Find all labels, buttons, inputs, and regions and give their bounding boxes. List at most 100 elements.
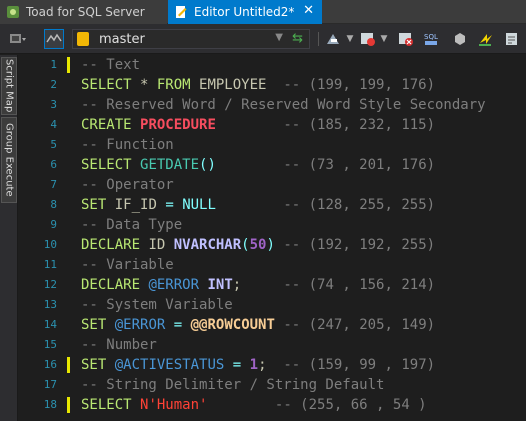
run-icon[interactable] (476, 29, 496, 49)
code-token: INT (207, 277, 233, 293)
change-marker (67, 397, 70, 413)
database-icon (77, 32, 89, 46)
explain-plan-icon[interactable] (502, 29, 522, 49)
code-text: -- Text (81, 55, 140, 75)
code-text: SET @ERROR = @@ROWCOUNT -- (247, 205, 14… (81, 315, 435, 335)
object-icon[interactable] (450, 29, 470, 49)
code-text: -- System Variable (81, 295, 233, 315)
code-line[interactable]: 16 SET @ACTIVESTATUS = 1; -- (159, 99 , 1… (19, 355, 526, 375)
code-token: EMPLOYEE (190, 77, 284, 93)
code-token: ID (140, 237, 174, 253)
sql-icon[interactable]: SQL (422, 29, 442, 49)
code-line[interactable]: 3 -- Reserved Word / Reserved Word Style … (19, 95, 526, 115)
code-token: -- Text (81, 57, 141, 73)
database-selector[interactable]: master ▼ ⇆ (72, 29, 310, 49)
line-number: 6 (50, 158, 57, 171)
tab-script-map[interactable]: Script Map (1, 57, 17, 115)
code-token: @ERROR (114, 317, 166, 333)
code-token: -- (128, 255, 255) (283, 197, 436, 213)
code-line[interactable]: 4 CREATE PROCEDURE -- (185, 232, 115) (19, 115, 526, 135)
line-number: 1 (50, 58, 57, 71)
code-token: -- (159, 99 , 197) (283, 357, 436, 373)
line-number: 14 (43, 318, 57, 331)
code-token: -- (199, 199, 176) (283, 77, 436, 93)
code-token: 1 (249, 357, 259, 373)
code-line[interactable]: 7 -- Operator (19, 175, 526, 195)
code-token: SET (81, 197, 107, 213)
code-token: * (131, 77, 157, 93)
code-token: @ACTIVESTATUS (114, 357, 225, 373)
tab-toad-for-sql-server[interactable]: Toad for SQL Server (0, 0, 167, 24)
database-name: master (99, 31, 145, 47)
code-token: -- (247, 205, 149) (283, 317, 436, 333)
tab-editor-untitled2[interactable]: Editor Untitled2* ✕ (168, 0, 322, 24)
code-line[interactable]: 17 -- String Delimiter / String Default (19, 375, 526, 395)
code-token: -- (74 , 156, 214) (283, 277, 436, 293)
code-text: -- Variable (81, 255, 174, 275)
execute-mode-icon[interactable] (44, 29, 64, 49)
code-line[interactable]: 13 -- System Variable (19, 295, 526, 315)
code-token: 50 (249, 237, 267, 253)
chevron-down-icon[interactable]: ▼ (344, 29, 356, 49)
code-line[interactable]: 11 -- Variable (19, 255, 526, 275)
code-token: SELECT (81, 157, 132, 173)
code-line[interactable]: 10 DECLARE ID NVARCHAR(50) -- (192, 192, … (19, 235, 526, 255)
code-token: -- Number (81, 337, 157, 353)
line-number: 7 (50, 178, 57, 191)
connection-icon[interactable] (8, 29, 28, 49)
code-token: -- String Delimiter / String Default (81, 377, 385, 393)
code-line[interactable]: 6 SELECT GETDATE() -- (73 , 201, 176) (19, 155, 526, 175)
code-token: SELECT (81, 77, 132, 93)
code-token: DECLARE (81, 237, 141, 253)
code-token: -- (185, 232, 115) (283, 117, 436, 133)
code-token: -- (255, 66 , 54 ) (274, 397, 427, 413)
code-token: CREATE (81, 117, 132, 133)
line-number: 9 (50, 218, 57, 231)
line-number: 17 (43, 378, 57, 391)
line-number: 11 (43, 258, 57, 271)
code-token: SET (81, 357, 107, 373)
code-text: -- String Delimiter / String Default (81, 375, 384, 395)
chevron-down-icon[interactable]: ▼ (275, 32, 283, 43)
code-token: GETDATE (140, 157, 200, 173)
code-line[interactable]: 15 -- Number (19, 335, 526, 355)
code-text: -- Number (81, 335, 157, 355)
code-line[interactable]: 9 -- Data Type (19, 215, 526, 235)
code-text: SELECT * FROM EMPLOYEE -- (199, 199, 176… (81, 75, 435, 95)
refresh-icon[interactable]: ⇆ (292, 31, 303, 46)
code-line[interactable]: 14 SET @ERROR = @@ROWCOUNT -- (247, 205, … (19, 315, 526, 335)
code-line[interactable]: 18 SELECT N'Human' -- (255, 66 , 54 ) (19, 395, 526, 415)
code-line[interactable]: 2 SELECT * FROM EMPLOYEE -- (199, 199, 17… (19, 75, 526, 95)
code-token: N'Human' (140, 397, 208, 413)
code-token: -- (192, 192, 255) (283, 237, 436, 253)
code-token: SELECT (81, 397, 132, 413)
error-list-icon[interactable] (396, 29, 416, 49)
tab-label: Editor Untitled2* (194, 5, 295, 19)
code-line[interactable]: 8 SET IF_ID = NULL -- (128, 255, 255) (19, 195, 526, 215)
chevron-down-icon[interactable]: ▼ (378, 29, 390, 49)
line-number: 3 (50, 98, 57, 111)
format-icon[interactable] (324, 29, 344, 49)
code-token: -- Variable (81, 257, 174, 273)
code-token: -- System Variable (81, 297, 233, 313)
code-token: -- Function (81, 137, 174, 153)
code-token: ( (241, 237, 250, 253)
code-line[interactable]: 12 DECLARE @ERROR INT; -- (74 , 156, 214) (19, 275, 526, 295)
code-token: NVARCHAR (173, 237, 242, 253)
code-text: SELECT N'Human' -- (255, 66 , 54 ) (81, 395, 427, 415)
code-text: DECLARE ID NVARCHAR(50) -- (192, 192, 25… (81, 235, 435, 255)
code-line[interactable]: 1 -- Text (19, 55, 526, 75)
stop-icon[interactable] (358, 29, 378, 49)
code-token: = (165, 197, 174, 213)
code-line[interactable]: 5 -- Function (19, 135, 526, 155)
tab-group-execute[interactable]: Group Execute (1, 117, 17, 203)
line-number: 2 (50, 78, 57, 91)
code-token: SET (81, 317, 107, 333)
sql-editor[interactable]: 1 -- Text 2 SELECT * FROM EMPLOYEE -- (199,… (19, 55, 526, 421)
code-token: @ERROR (148, 277, 200, 293)
close-icon[interactable]: ✕ (303, 3, 314, 18)
